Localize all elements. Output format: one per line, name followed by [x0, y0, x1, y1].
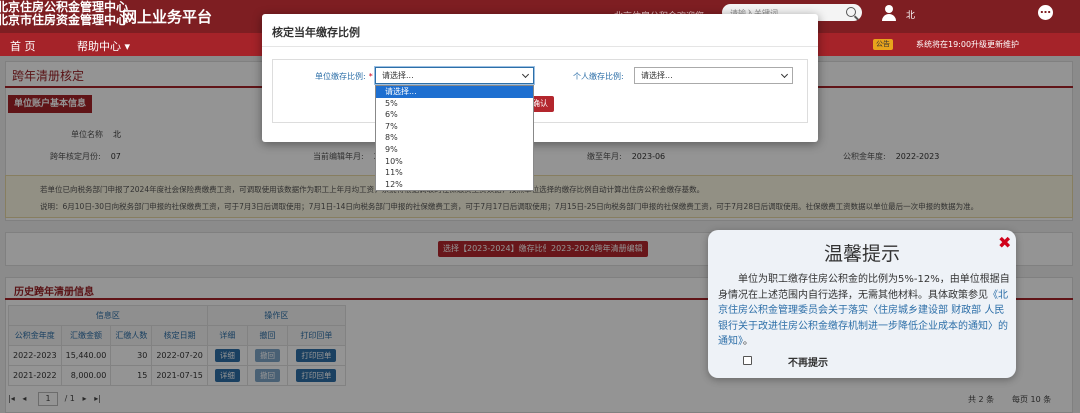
- more-icon[interactable]: …: [1038, 4, 1053, 20]
- chevron-down-icon: [521, 70, 530, 79]
- unit-ratio-dropdown: 请选择... 5% 6% 7% 8% 9% 10% 11% 12%: [375, 85, 534, 191]
- tip-popup: 温馨提示 ✖ 单位为职工缴存住房公积金的比例为5%-12%，由单位根据自身情况在…: [708, 230, 1016, 378]
- modal-divider: [262, 46, 818, 47]
- unit-ratio-select[interactable]: 请选择...: [375, 67, 534, 84]
- user-icon[interactable]: [882, 5, 896, 21]
- dropdown-option[interactable]: 9%: [376, 144, 533, 156]
- person-ratio-select[interactable]: 请选择...: [634, 67, 793, 84]
- search-icon[interactable]: [846, 7, 856, 17]
- notice-badge: 公告: [873, 39, 893, 50]
- site-title: 网上业务平台: [122, 8, 213, 26]
- notice-text[interactable]: 系统将在19:00升级更新维护: [916, 39, 1019, 50]
- person-ratio-label: 个人缴存比例:: [573, 72, 624, 81]
- dropdown-option[interactable]: 6%: [376, 109, 533, 121]
- dropdown-option[interactable]: 10%: [376, 156, 533, 168]
- dropdown-option[interactable]: 11%: [376, 167, 533, 179]
- no-remind-label[interactable]: 不再提示: [788, 354, 828, 369]
- tip-body: 单位为职工缴存住房公积金的比例为5%-12%，由单位根据自身情况在上述范围内自行…: [718, 272, 1010, 350]
- dropdown-option[interactable]: 8%: [376, 132, 533, 144]
- tip-text: 单位为职工缴存住房公积金的比例为5%-12%，由单位根据自身情况在上述范围内自行…: [718, 274, 1010, 301]
- dropdown-option[interactable]: 5%: [376, 98, 533, 110]
- unit-ratio-label: 单位缴存比例: *: [315, 72, 373, 81]
- no-remind-checkbox[interactable]: [743, 356, 752, 365]
- ratio-modal: 核定当年缴存比例 单位缴存比例: * 请选择... 个人缴存比例: 请选择... …: [262, 14, 818, 142]
- dropdown-option[interactable]: 请选择...: [376, 86, 533, 98]
- dropdown-option[interactable]: 12%: [376, 179, 533, 191]
- nav-help[interactable]: 帮助中心 ▾: [77, 38, 130, 54]
- unit-ratio-value: 请选择...: [382, 71, 414, 80]
- dropdown-option[interactable]: 7%: [376, 121, 533, 133]
- logo-line-2: 北京市住房资金管理中心: [0, 13, 129, 27]
- chevron-down-icon: [780, 70, 789, 79]
- tip-title: 温馨提示: [823, 243, 900, 265]
- nav-home[interactable]: 首 页: [10, 38, 36, 54]
- close-icon[interactable]: ✖: [998, 233, 1011, 252]
- person-ratio-value: 请选择...: [641, 71, 673, 80]
- logo[interactable]: 北京住房公积金管理中心 北京市住房资金管理中心: [0, 1, 128, 27]
- tip-text-end: 。: [743, 336, 753, 347]
- modal-title: 核定当年缴存比例: [272, 26, 360, 39]
- user-name[interactable]: 北: [906, 8, 915, 21]
